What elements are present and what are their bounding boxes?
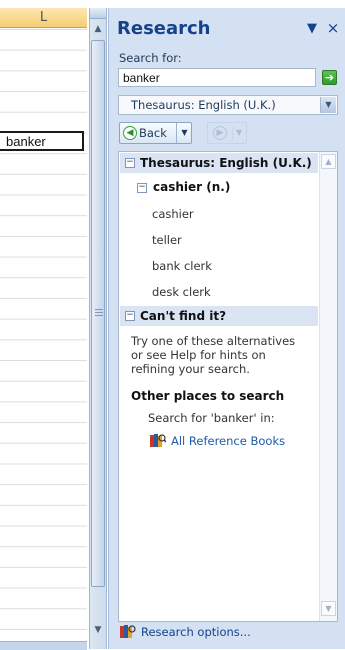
- synonym-link[interactable]: bank clerk: [152, 259, 212, 273]
- collapse-icon[interactable]: −: [125, 311, 135, 321]
- start-searching-button[interactable]: ➔: [322, 70, 337, 85]
- column-header-l[interactable]: L: [0, 8, 87, 28]
- scroll-up-arrow-icon[interactable]: ▲: [321, 154, 336, 169]
- worksheet-area: L banker: [0, 0, 87, 650]
- synonym-link[interactable]: teller: [152, 233, 182, 247]
- worksheet-grid[interactable]: [0, 29, 87, 641]
- back-arrow-icon: ◀: [123, 126, 137, 140]
- back-history-dropdown-icon[interactable]: ▼: [176, 123, 192, 143]
- headword-entry[interactable]: − cashier (n.): [137, 180, 230, 194]
- collapse-icon[interactable]: −: [125, 158, 135, 168]
- forward-arrow-icon: ▶: [213, 126, 227, 140]
- headword-label: cashier (n.): [153, 180, 231, 194]
- research-options-icon: [120, 625, 136, 638]
- scroll-down-arrow-icon[interactable]: ▼: [90, 622, 106, 638]
- back-label: Back: [139, 126, 167, 140]
- thesaurus-section-title: Thesaurus: English (U.K.): [140, 156, 312, 170]
- synonym-link[interactable]: cashier: [152, 207, 194, 221]
- results-scrollbar[interactable]: ▲ ▼: [319, 152, 337, 621]
- other-places-heading: Other places to search: [131, 389, 285, 403]
- scrollbar-thumb[interactable]: [91, 40, 105, 587]
- back-button[interactable]: ◀ Back ▼: [119, 122, 192, 144]
- research-options-link[interactable]: Research options...: [119, 625, 251, 639]
- cant-find-title: Can't find it?: [140, 309, 227, 323]
- search-for-in-text: Search for 'banker' in:: [148, 411, 275, 425]
- all-reference-books-link[interactable]: All Reference Books: [149, 434, 285, 448]
- pane-options-dropdown-icon[interactable]: ▼: [304, 22, 320, 36]
- results-panel: − Thesaurus: English (U.K.) − cashier (n…: [118, 151, 338, 622]
- search-for-label: Search for:: [119, 51, 182, 65]
- close-icon[interactable]: ×: [325, 20, 341, 36]
- reference-books-icon: [150, 434, 166, 447]
- grip-icon: [95, 309, 103, 316]
- scroll-up-arrow-icon[interactable]: ▲: [90, 21, 106, 37]
- pane-title: Research: [117, 18, 211, 39]
- reference-source-select[interactable]: Thesaurus: English (U.K.) ▼: [118, 95, 338, 115]
- cant-find-section-header[interactable]: − Can't find it?: [120, 306, 318, 326]
- scroll-down-arrow-icon[interactable]: ▼: [321, 601, 336, 616]
- reference-source-value: Thesaurus: English (U.K.): [131, 98, 276, 112]
- worksheet-vertical-scrollbar[interactable]: ▲ ▼: [89, 8, 107, 649]
- all-reference-books-label: All Reference Books: [171, 434, 286, 448]
- research-options-label: Research options...: [141, 625, 251, 639]
- research-pane: Research ▼ × Search for: ➔ Thesaurus: En…: [108, 8, 345, 649]
- help-text: Try one of these alternatives or see Hel…: [131, 334, 296, 376]
- search-input[interactable]: [118, 68, 316, 87]
- thesaurus-section-header[interactable]: − Thesaurus: English (U.K.): [120, 153, 318, 173]
- chevron-down-icon[interactable]: ▼: [320, 97, 336, 113]
- collapse-icon[interactable]: −: [137, 183, 147, 193]
- split-box[interactable]: [90, 8, 106, 19]
- synonym-link[interactable]: desk clerk: [152, 285, 211, 299]
- forward-history-dropdown-icon[interactable]: ▼: [232, 126, 245, 140]
- active-cell[interactable]: banker: [0, 131, 84, 151]
- forward-button[interactable]: ▶ ▼: [207, 122, 247, 144]
